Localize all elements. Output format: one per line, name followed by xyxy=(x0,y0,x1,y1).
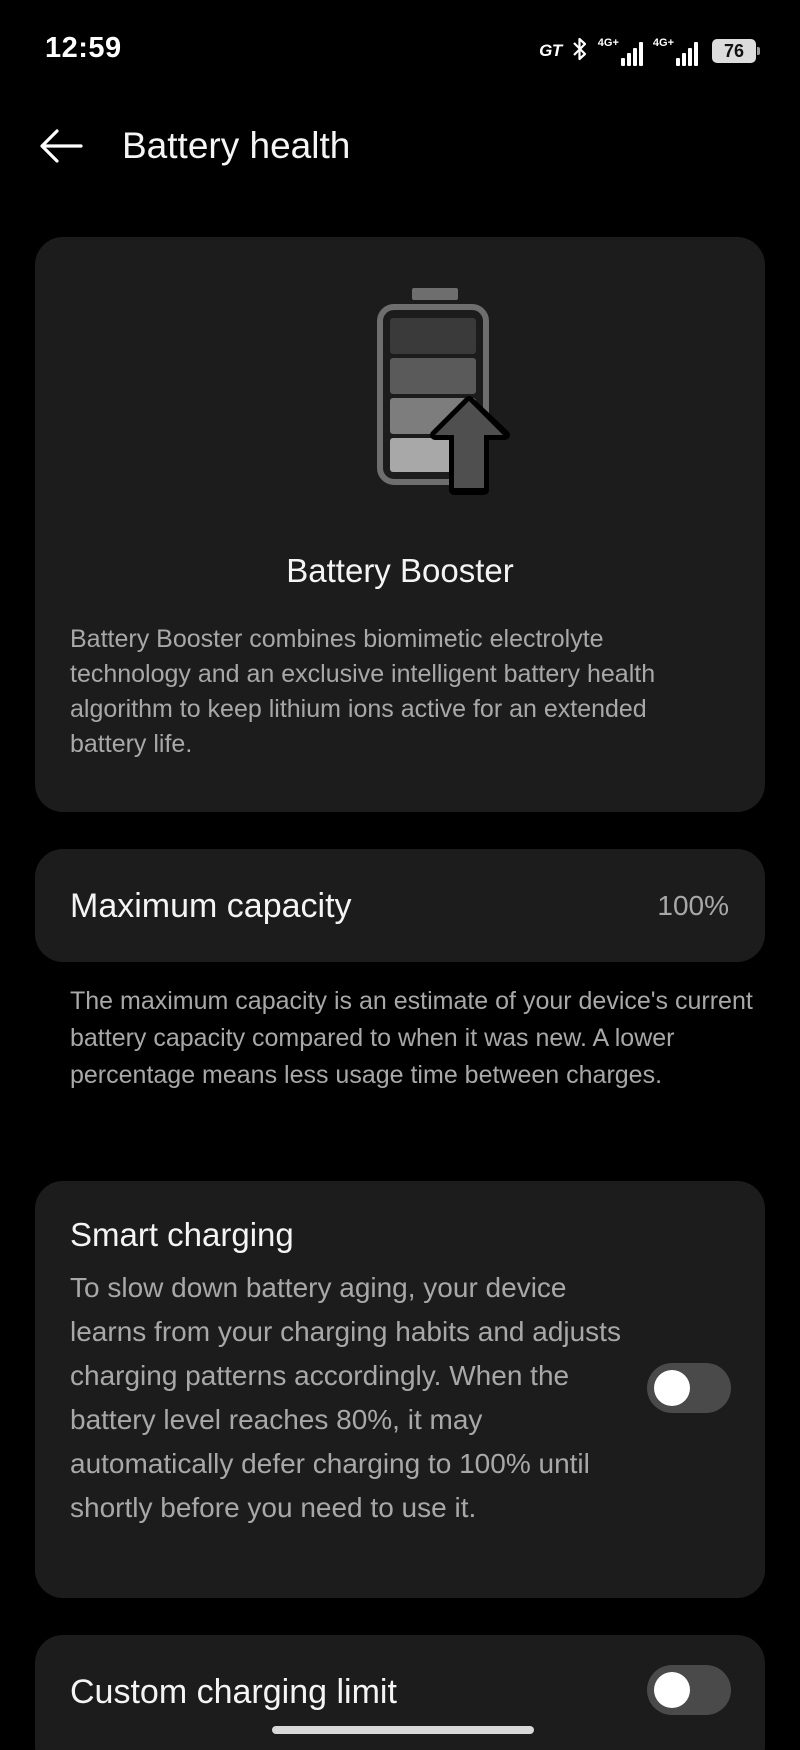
signal-icon-sim2: 4G+ xyxy=(653,36,698,66)
status-time: 12:59 xyxy=(45,32,122,64)
app-header: Battery health xyxy=(0,110,800,182)
booster-title: Battery Booster xyxy=(286,552,514,589)
signal-icon-sim1: 4G+ xyxy=(598,36,643,66)
smart-charging-description: To slow down battery aging, your device … xyxy=(70,1272,621,1523)
capacity-note: The maximum capacity is an estimate of y… xyxy=(70,987,753,1089)
custom-limit-toggle[interactable] xyxy=(647,1665,731,1715)
custom-limit-title: Custom charging limit xyxy=(70,1673,397,1711)
capacity-value: 100% xyxy=(657,890,729,921)
status-icons: GT 4G+ 4G+ 76 xyxy=(539,34,760,68)
smart-charging-card[interactable]: Smart charging To slow down battery agin… xyxy=(35,1181,765,1598)
battery-health-screen: 12:59 GT 4G+ 4G+ 76 Battery health Batte… xyxy=(0,0,800,1750)
status-bar: 12:59 GT 4G+ 4G+ 76 xyxy=(0,0,800,100)
battery-icon: 76 xyxy=(712,39,760,63)
smart-charging-toggle[interactable] xyxy=(647,1363,731,1413)
smart-charging-title: Smart charging xyxy=(70,1216,294,1253)
page-title: Battery health xyxy=(122,125,351,166)
arrow-left-icon xyxy=(40,129,83,163)
battery-level: 76 xyxy=(723,40,745,61)
home-indicator[interactable] xyxy=(272,1726,534,1734)
bluetooth-icon xyxy=(572,36,588,67)
battery-booster-card: Battery Booster Battery Booster combines… xyxy=(35,237,765,812)
toggle-knob xyxy=(654,1370,690,1406)
gt-mode-icon: GT xyxy=(539,41,562,60)
back-button[interactable] xyxy=(30,120,92,172)
booster-description: Battery Booster combines biomimetic elec… xyxy=(70,625,656,758)
maximum-capacity-row[interactable]: Maximum capacity 100% xyxy=(35,849,765,962)
capacity-label: Maximum capacity xyxy=(70,887,352,925)
toggle-knob xyxy=(654,1672,690,1708)
battery-upgrade-icon xyxy=(377,288,510,495)
